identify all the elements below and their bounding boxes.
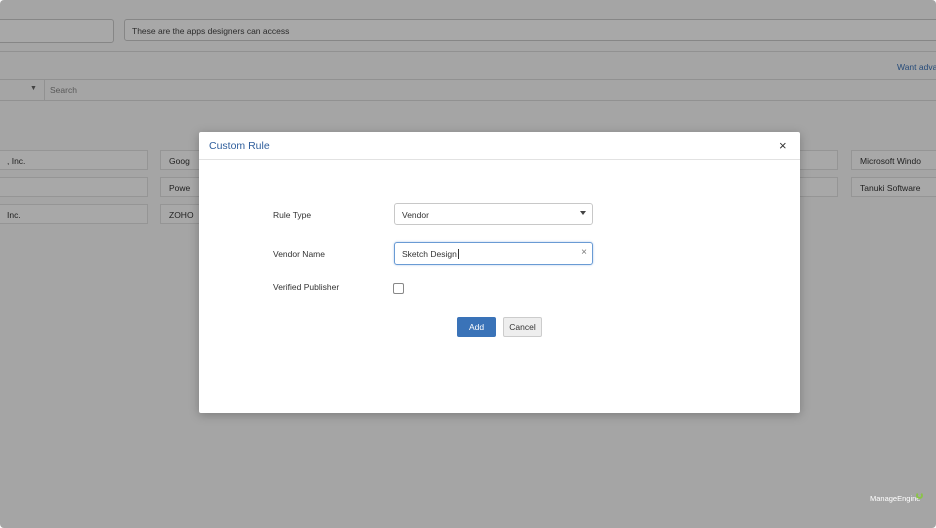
rule-type-select[interactable]: Vendor xyxy=(394,203,593,225)
logo-mark-icon xyxy=(916,492,923,499)
close-icon[interactable]: × xyxy=(779,138,787,153)
vendor-name-label: Vendor Name xyxy=(273,249,325,259)
rule-type-value: Vendor xyxy=(402,210,429,220)
clear-icon[interactable]: × xyxy=(581,247,587,258)
verified-publisher-checkbox[interactable] xyxy=(393,283,404,294)
manageengine-logo: ManageEngine xyxy=(870,494,921,503)
text-cursor xyxy=(457,249,459,259)
cancel-button[interactable]: Cancel xyxy=(503,317,542,337)
verified-publisher-label: Verified Publisher xyxy=(273,282,340,292)
dialog-title: Custom Rule xyxy=(209,140,270,152)
add-button[interactable]: Add xyxy=(457,317,496,337)
vendor-name-input[interactable]: Sketch Design × xyxy=(394,242,593,265)
vendor-name-value: Sketch Design xyxy=(402,249,457,259)
custom-rule-dialog: Custom Rule × Rule Type Vendor Vendor Na… xyxy=(199,132,800,413)
divider xyxy=(199,159,800,160)
chevron-down-icon[interactable] xyxy=(580,211,586,215)
rule-type-label: Rule Type xyxy=(273,210,312,220)
